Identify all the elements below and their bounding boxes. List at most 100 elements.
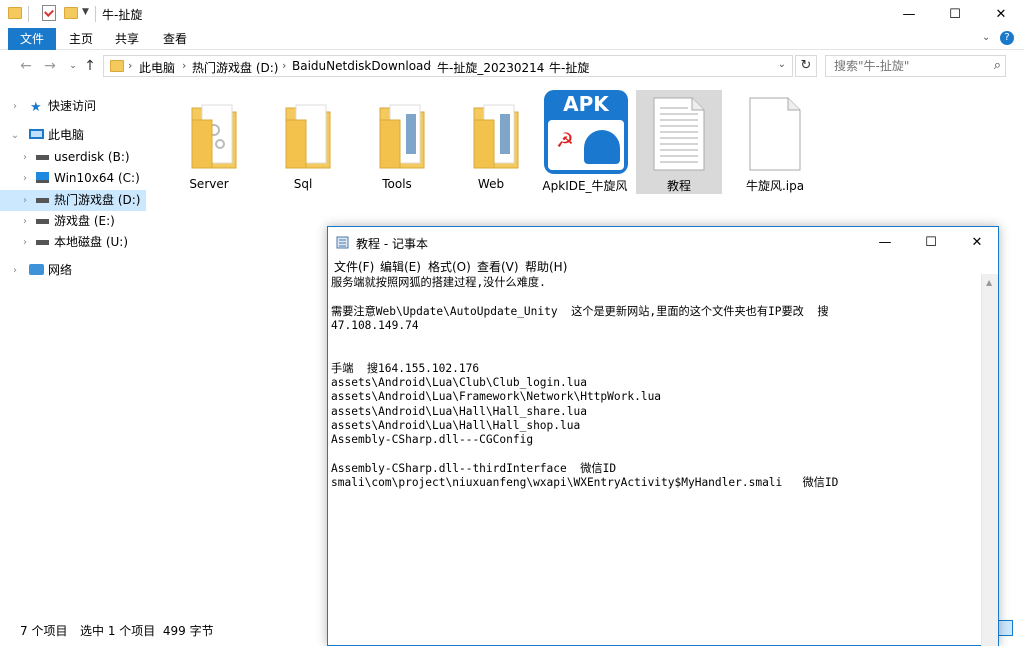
text-line (331, 347, 980, 361)
file-item-ipa[interactable]: 牛旋风.ipa (732, 90, 818, 194)
refresh-icon[interactable]: ↻ (795, 55, 817, 77)
file-item-tutorial[interactable]: 教程 (636, 90, 722, 194)
address-dropdown-icon[interactable]: ⌄ (778, 59, 786, 70)
close-button[interactable]: ✕ (978, 0, 1024, 28)
folder-icon (110, 60, 124, 72)
nav-quick-access[interactable]: › ★ 快速访问 (0, 96, 146, 117)
properties-icon[interactable] (42, 5, 56, 21)
breadcrumb-current-folder[interactable]: 牛-扯旋 (549, 59, 589, 76)
text-line: Assembly-CSharp.dll--thirdInterface 微信ID (331, 461, 617, 475)
text-line: assets\Android\Lua\Hall\Hall_shop.lua (331, 418, 581, 432)
text-line: 47.108.149.74 (331, 318, 419, 332)
network-icon (29, 264, 44, 275)
breadcrumb-parent-folder[interactable]: 牛-扯旋_20230214 (437, 59, 544, 76)
chevron-down-icon[interactable]: ⌄ (10, 125, 20, 146)
nav-label: 热门游戏盘 (D:) (54, 193, 141, 207)
text-line (331, 333, 980, 347)
text-line: smali\com\project\niuxuanfeng\wxapi\WXEn… (331, 476, 839, 490)
file-item-apkide[interactable]: APK ☭ ApkIDE_牛旋风 (542, 90, 628, 194)
text-line: assets\Android\Lua\Hall\Hall_share.lua (331, 404, 587, 418)
drive-icon (36, 198, 49, 203)
scroll-up-icon[interactable]: ▲ (986, 278, 992, 287)
item-count: 7 个项目 (20, 624, 68, 638)
breadcrumb-drive-d[interactable]: 热门游戏盘 (D:) (192, 59, 278, 76)
tab-file[interactable]: 文件 (8, 28, 56, 50)
file-item-sql[interactable]: Sql (260, 90, 346, 194)
search-input[interactable] (826, 56, 986, 76)
maximize-button[interactable]: ☐ (932, 0, 978, 28)
menu-file[interactable]: 文件(F) (334, 258, 374, 275)
chevron-right-icon[interactable]: › (20, 147, 30, 168)
computer-icon (29, 129, 44, 139)
search-icon[interactable]: ⌕ (994, 58, 1001, 73)
vertical-scrollbar[interactable]: ▲ (981, 274, 998, 646)
expand-ribbon-icon[interactable]: ⌄ (982, 32, 990, 43)
details-view-icon[interactable] (997, 620, 1013, 636)
star-icon: ★ (30, 100, 42, 115)
new-folder-icon[interactable] (64, 7, 78, 19)
file-item-tools[interactable]: Tools (354, 90, 440, 194)
nav-network[interactable]: › 网络 (0, 260, 146, 281)
tab-home[interactable]: 主页 (64, 28, 98, 50)
folder-icon (473, 104, 519, 169)
back-icon[interactable]: ← (18, 58, 34, 74)
breadcrumb-separator[interactable]: › (427, 59, 431, 72)
recent-locations-icon[interactable]: ⌄ (65, 58, 81, 74)
notepad-close-button[interactable]: ✕ (954, 227, 1000, 257)
chevron-right-icon[interactable]: › (20, 232, 30, 253)
file-name: Tools (382, 177, 412, 191)
chevron-right-icon[interactable]: › (20, 168, 30, 189)
folder-icon (8, 7, 22, 19)
breadcrumb-baidu[interactable]: BaiduNetdiskDownload (292, 59, 431, 73)
address-bar[interactable]: › 此电脑 › 热门游戏盘 (D:) › BaiduNetdiskDownloa… (103, 55, 793, 77)
forward-icon[interactable]: → (42, 58, 58, 74)
customize-quick-access-icon[interactable]: ▼ (82, 7, 89, 17)
notepad-text-area[interactable]: 服务端就按照网狐的搭建过程,没什么难度. 需要注意Web\Update\AutoU… (330, 274, 980, 646)
breadcrumb-separator[interactable]: › (128, 59, 132, 72)
menu-edit[interactable]: 编辑(E) (380, 258, 421, 275)
chevron-right-icon[interactable]: › (20, 190, 30, 211)
breadcrumb-separator[interactable]: › (282, 59, 286, 72)
folder-icon (285, 104, 331, 169)
notepad-minimize-button[interactable]: — (862, 227, 908, 257)
breadcrumb-separator[interactable]: › (539, 59, 543, 72)
search-box[interactable]: ⌕ (825, 55, 1006, 77)
text-line: assets\Android\Lua\Framework\Network\Htt… (331, 390, 662, 404)
chevron-right-icon[interactable]: › (10, 260, 20, 281)
nav-drive-d[interactable]: › 热门游戏盘 (D:) (0, 190, 146, 211)
ribbon-tabs: 文件 主页 共享 查看 ⌄ ? (0, 28, 1024, 50)
tab-view[interactable]: 查看 (158, 28, 192, 50)
nav-label: 本地磁盘 (U:) (54, 235, 129, 249)
up-icon[interactable]: ↑ (82, 58, 98, 74)
nav-drive-c[interactable]: › Win10x64 (C:) (0, 168, 146, 189)
nav-drive-e[interactable]: › 游戏盘 (E:) (0, 211, 146, 232)
breadcrumb-separator[interactable]: › (182, 59, 186, 72)
notepad-icon (336, 236, 349, 249)
help-icon[interactable]: ? (1000, 31, 1014, 45)
file-item-server[interactable]: Server (166, 90, 252, 194)
file-item-web[interactable]: Web (448, 90, 534, 194)
menu-format[interactable]: 格式(O) (428, 258, 471, 275)
text-line: 需要注意Web\Update\AutoUpdate_Unity 这个是更新网站,… (331, 304, 829, 318)
menu-help[interactable]: 帮助(H) (525, 258, 567, 275)
windows-drive-icon (36, 172, 49, 183)
minimize-button[interactable]: — (886, 0, 932, 28)
text-line: assets\Android\Lua\Club\Club_login.lua (331, 376, 587, 390)
folder-icon (191, 104, 237, 169)
chevron-right-icon[interactable]: › (10, 96, 20, 117)
nav-drive-b[interactable]: › userdisk (B:) (0, 147, 146, 168)
chevron-right-icon[interactable]: › (20, 211, 30, 232)
notepad-maximize-button[interactable]: ☐ (908, 227, 954, 257)
nav-label: 游戏盘 (E:) (54, 214, 115, 228)
file-name: 教程 (666, 179, 691, 193)
drive-icon (36, 219, 49, 224)
menu-view[interactable]: 查看(V) (477, 258, 519, 275)
folder-icon (379, 104, 425, 169)
tab-share[interactable]: 共享 (110, 28, 144, 50)
file-name: Server (189, 177, 229, 191)
notepad-window: 教程 - 记事本 — ☐ ✕ 文件(F) 编辑(E) 格式(O) 查看(V) 帮… (327, 226, 999, 646)
nav-this-pc[interactable]: ⌄ 此电脑 (0, 125, 146, 146)
breadcrumb-this-pc[interactable]: 此电脑 (139, 59, 175, 76)
apk-icon: APK ☭ (544, 90, 628, 174)
nav-drive-u[interactable]: › 本地磁盘 (U:) (0, 232, 146, 253)
